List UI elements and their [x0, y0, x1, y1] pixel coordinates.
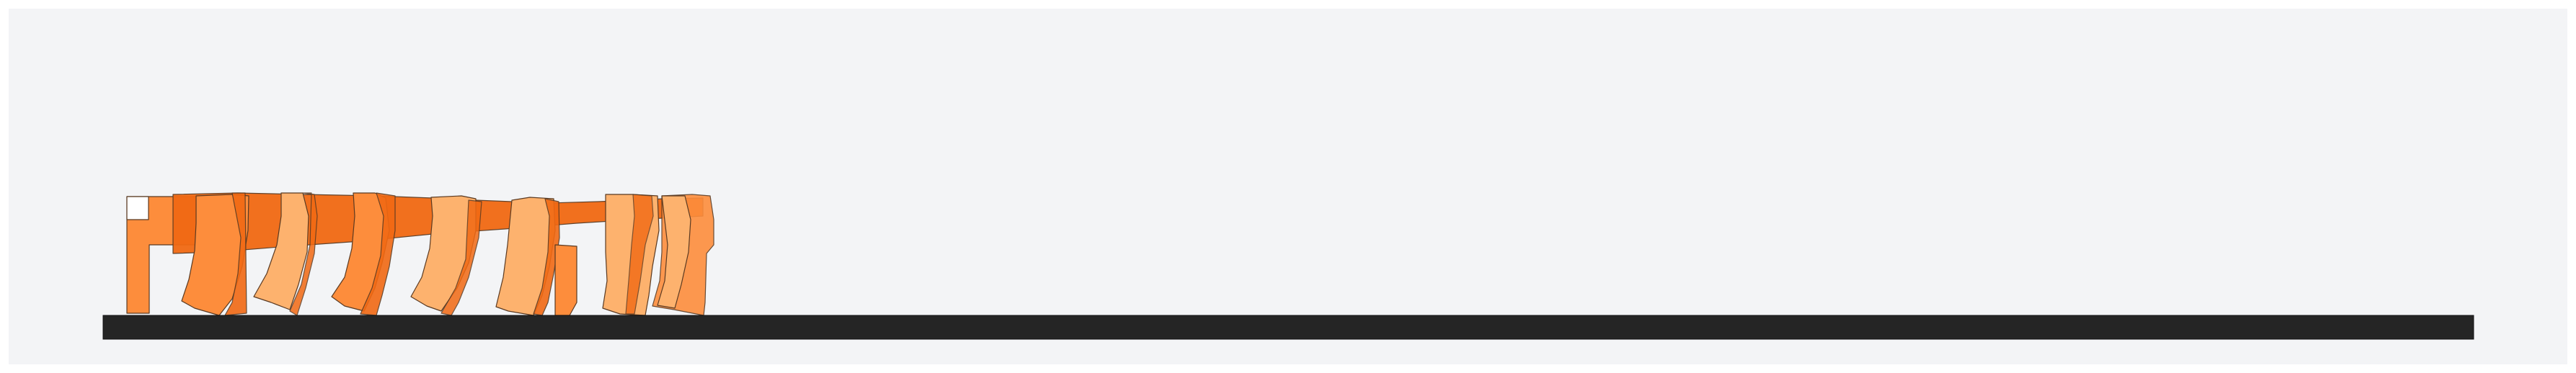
canvas-background	[9, 9, 2567, 364]
scene-canvas	[9, 9, 2567, 364]
ground-bar	[102, 315, 2474, 340]
column-5-base	[554, 244, 577, 316]
render-viewport	[0, 0, 2576, 373]
base-block-left-window	[126, 196, 149, 220]
